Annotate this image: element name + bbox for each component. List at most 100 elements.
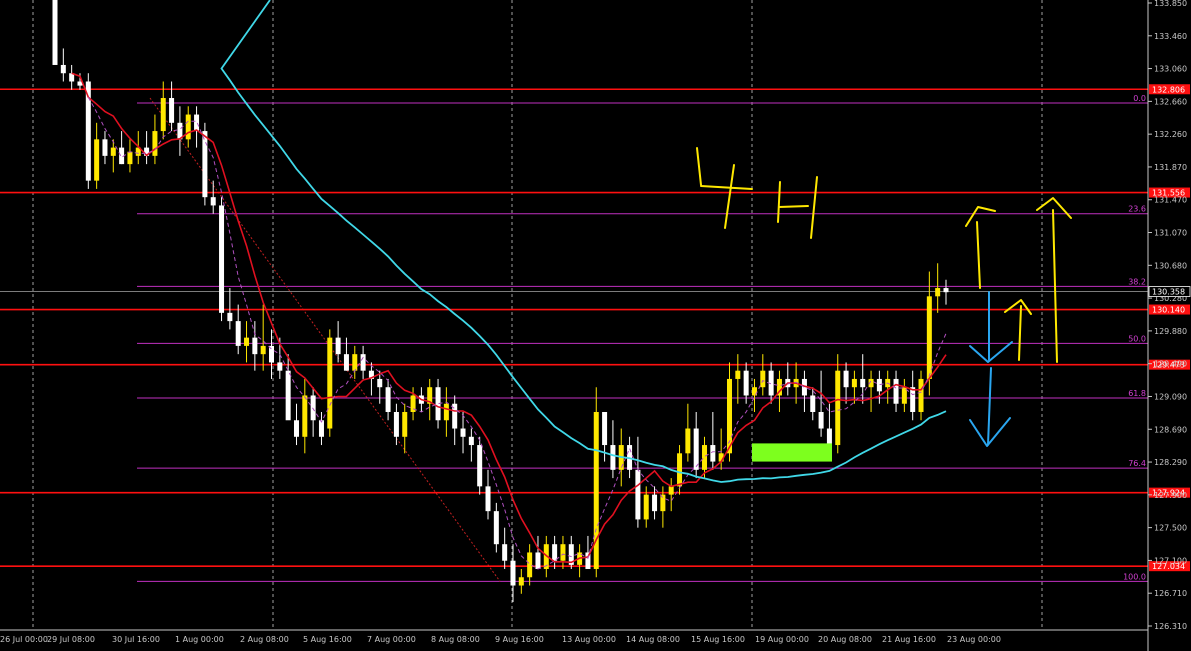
- price-tick-label: 130.680: [1154, 261, 1187, 270]
- candle-body: [327, 337, 333, 429]
- candle-body: [843, 370, 849, 388]
- candle-body: [926, 296, 932, 379]
- candle-body: [52, 0, 58, 65]
- candle-body: [352, 354, 358, 371]
- time-tick-label: 21 Aug 16:00: [882, 635, 936, 644]
- candle-body: [310, 395, 316, 421]
- time-tick-label: 15 Aug 16:00: [691, 635, 745, 644]
- candle-body: [194, 114, 200, 132]
- candle-body: [110, 147, 116, 156]
- time-tick-label: 5 Aug 16:00: [303, 635, 352, 644]
- fib-level-label: 23.6: [1128, 205, 1146, 214]
- time-tick-label: 7 Aug 00:00: [367, 635, 416, 644]
- candle-body: [285, 370, 291, 421]
- price-tick-label: 133.060: [1154, 65, 1187, 74]
- candle-body: [202, 131, 208, 198]
- price-tick-label: 127.100: [1154, 556, 1187, 565]
- current-price-label: 130.358: [1152, 288, 1185, 297]
- candle-body: [385, 387, 391, 412]
- candle-body: [610, 445, 616, 470]
- candle-body: [593, 411, 599, 569]
- candle-body: [227, 312, 233, 322]
- candle-body: [102, 139, 108, 156]
- price-chart[interactable]: 0.0 23.6 38.2 50.0 61.8 76.4 100.0 132.806 131.…: [0, 0, 1191, 651]
- candle-body: [252, 337, 258, 355]
- candle-body: [152, 131, 158, 156]
- candle-body: [335, 337, 341, 355]
- candle-body: [918, 378, 924, 412]
- price-tick-label: 128.290: [1154, 458, 1187, 467]
- price-tick-label: 129.490: [1154, 360, 1187, 369]
- price-tick-label: 133.850: [1154, 0, 1187, 8]
- candle-body: [685, 428, 691, 454]
- time-tick-label: 20 Aug 08:00: [818, 635, 872, 644]
- fib-level-label: 38.2: [1128, 277, 1146, 286]
- fib-level-label: 0.0: [1133, 94, 1146, 103]
- price-tick-label: 128.690: [1154, 425, 1187, 434]
- time-tick-label: 23 Aug 00:00: [947, 635, 1001, 644]
- candle-body: [402, 411, 408, 437]
- green-zone: [752, 443, 832, 462]
- time-tick-label: 9 Aug 16:00: [495, 635, 544, 644]
- price-tick-label: 132.260: [1154, 130, 1187, 139]
- time-tick-label: 1 Aug 00:00: [175, 635, 224, 644]
- candle-body: [560, 544, 566, 561]
- candle-body: [377, 378, 383, 388]
- time-tick-label: 30 Jul 16:00: [112, 635, 160, 644]
- candle-body: [910, 387, 916, 412]
- candle-body: [535, 552, 541, 569]
- candle-body: [743, 370, 749, 396]
- candle-body: [235, 321, 241, 346]
- price-tick-label: 131.470: [1154, 196, 1187, 205]
- candle-body: [668, 486, 674, 495]
- candle-body: [643, 494, 649, 520]
- level-price-label: 130.140: [1152, 306, 1185, 315]
- candle-body: [260, 345, 266, 355]
- price-tick-label: 133.460: [1154, 32, 1187, 41]
- candle-body: [635, 469, 641, 520]
- candle-body: [518, 577, 524, 586]
- price-tick-label: 129.880: [1154, 327, 1187, 336]
- candle-body: [393, 411, 399, 437]
- time-tick-label: 26 Jul 00:00: [0, 635, 48, 644]
- time-tick-label: 13 Aug 00:00: [562, 635, 616, 644]
- candle-body: [185, 114, 191, 140]
- candle-body: [818, 411, 824, 429]
- price-tick-label: 131.070: [1154, 229, 1187, 238]
- candle-body: [269, 345, 275, 363]
- candle-body: [60, 64, 66, 74]
- fib-level-label: 76.4: [1128, 459, 1146, 468]
- candle-body: [876, 378, 882, 392]
- candle-body: [443, 403, 449, 421]
- candle-body: [502, 544, 508, 561]
- candle-body: [677, 453, 683, 487]
- candle-body: [219, 205, 225, 313]
- price-tick-label: 132.660: [1154, 97, 1187, 106]
- candle-body: [652, 494, 658, 512]
- fib-level-label: 61.8: [1128, 389, 1146, 398]
- candle-body: [360, 354, 366, 371]
- price-tick-label: 126.710: [1154, 589, 1187, 598]
- level-price-label: 132.806: [1152, 85, 1185, 94]
- price-tick-label: 129.090: [1154, 392, 1187, 401]
- candle-body: [510, 560, 516, 586]
- candle-body: [169, 98, 175, 123]
- candle-body: [735, 370, 741, 379]
- price-tick-label: 131.870: [1154, 163, 1187, 172]
- candle-body: [552, 544, 558, 561]
- candle-body: [693, 428, 699, 470]
- time-tick-label: 8 Aug 08:00: [431, 635, 480, 644]
- price-tick-label: 127.900: [1154, 491, 1187, 500]
- candle-body: [477, 445, 483, 487]
- candle-body: [293, 420, 299, 437]
- candle-body: [277, 362, 283, 371]
- candle-body: [702, 445, 708, 470]
- candle-body: [210, 197, 216, 206]
- candle-body: [485, 486, 491, 512]
- time-tick-label: 19 Aug 00:00: [755, 635, 809, 644]
- candle-body: [943, 288, 949, 293]
- time-tick-label: 14 Aug 08:00: [626, 635, 680, 644]
- candle-body: [527, 552, 533, 578]
- fib-level-label: 100.0: [1123, 572, 1146, 581]
- candle-body: [343, 354, 349, 371]
